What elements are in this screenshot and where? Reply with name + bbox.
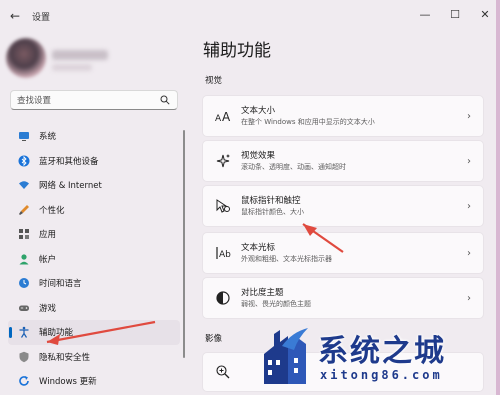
text-cursor-icon: Ab bbox=[215, 245, 231, 261]
minimize-button[interactable]: — bbox=[410, 0, 440, 28]
chevron-right-icon: › bbox=[467, 155, 471, 167]
watermark-url: xitong86.com bbox=[320, 368, 443, 382]
window-border bbox=[496, 0, 500, 395]
sidebar-item-time-language[interactable]: 时间和语言 bbox=[8, 271, 180, 296]
chevron-right-icon: › bbox=[467, 200, 471, 212]
maximize-button[interactable]: ☐ bbox=[440, 0, 470, 28]
sidebar-item-label: 游戏 bbox=[39, 303, 57, 314]
sidebar-item-label: 蓝牙和其他设备 bbox=[39, 156, 99, 167]
card-title: 文本光标 bbox=[241, 243, 276, 253]
card-visual-effects[interactable]: 视觉效果 滚动条、透明度、动画、通知超时 › bbox=[202, 140, 484, 182]
card-title: 对比度主题 bbox=[241, 288, 284, 298]
avatar bbox=[6, 38, 46, 78]
monitor-icon bbox=[18, 130, 30, 142]
page-title: 辅助功能 bbox=[203, 41, 271, 61]
visual-effects-icon bbox=[215, 153, 231, 169]
card-subtitle: 在整个 Windows 和应用中显示的文本大小 bbox=[241, 118, 375, 126]
search-icon[interactable] bbox=[159, 94, 171, 106]
card-subtitle: 弱视、畏光的颜色主题 bbox=[241, 300, 311, 308]
sidebar-scrollbar[interactable] bbox=[183, 130, 185, 358]
card-text-size[interactable]: AA 文本大小 在整个 Windows 和应用中显示的文本大小 › bbox=[202, 95, 484, 137]
apps-icon bbox=[18, 228, 30, 240]
watermark: 系统之城 xitong86.com bbox=[258, 322, 494, 388]
card-title: 视觉效果 bbox=[241, 151, 276, 161]
sidebar-item-label: 系统 bbox=[39, 132, 57, 143]
gamepad-icon bbox=[18, 302, 30, 314]
search-input[interactable]: 查找设置 bbox=[17, 94, 159, 106]
sidebar-item-label: 应用 bbox=[39, 230, 57, 241]
sidebar-item-accounts[interactable]: 帐户 bbox=[8, 247, 180, 272]
bluetooth-icon bbox=[18, 155, 30, 167]
watermark-logo-icon bbox=[264, 328, 308, 384]
sidebar-item-label: 隐私和安全性 bbox=[39, 352, 91, 363]
card-text-cursor[interactable]: Ab 文本光标 外观和粗细、文本光标指示器 › bbox=[202, 232, 484, 274]
text-size-icon: AA bbox=[215, 108, 231, 124]
mouse-pointer-icon bbox=[215, 198, 231, 214]
chevron-right-icon: › bbox=[467, 110, 471, 122]
back-button[interactable]: ← bbox=[0, 0, 30, 32]
svg-text:A: A bbox=[215, 114, 222, 124]
blurred-user-email bbox=[52, 64, 92, 71]
card-subtitle: 鼠标指针颜色、大小 bbox=[241, 208, 304, 216]
watermark-title: 系统之城 bbox=[318, 334, 446, 369]
sidebar-item-label: 网络 & Internet bbox=[39, 181, 102, 192]
card-subtitle: 滚动条、透明度、动画、通知超时 bbox=[241, 163, 346, 171]
sidebar-item-bluetooth[interactable]: 蓝牙和其他设备 bbox=[8, 149, 180, 174]
accessibility-icon bbox=[18, 326, 30, 339]
sidebar-nav: 系统 蓝牙和其他设备 网络 & Internet 个性化 应用 帐户 时间和语言… bbox=[8, 124, 180, 394]
card-contrast-themes[interactable]: 对比度主题 弱视、畏光的颜色主题 › bbox=[202, 277, 484, 319]
card-title: 鼠标指针和触控 bbox=[241, 196, 301, 206]
card-mouse-pointer-touch[interactable]: 鼠标指针和触控 鼠标指针颜色、大小 › bbox=[202, 185, 484, 227]
brush-icon bbox=[18, 204, 30, 216]
sidebar-item-windows-update[interactable]: Windows 更新 bbox=[8, 369, 180, 394]
window-controls: — ☐ ✕ bbox=[410, 0, 500, 28]
chevron-right-icon: › bbox=[467, 247, 471, 259]
user-profile[interactable] bbox=[6, 38, 116, 82]
sidebar-item-system[interactable]: 系统 bbox=[8, 124, 180, 149]
sidebar-item-gaming[interactable]: 游戏 bbox=[8, 296, 180, 321]
shield-icon bbox=[18, 351, 30, 363]
sidebar-item-personalization[interactable]: 个性化 bbox=[8, 198, 180, 223]
sidebar-item-accessibility[interactable]: 辅助功能 bbox=[8, 320, 180, 345]
contrast-icon bbox=[215, 290, 231, 306]
sidebar-item-label: 辅助功能 bbox=[39, 328, 74, 339]
card-subtitle: 外观和粗细、文本光标指示器 bbox=[241, 255, 332, 263]
sidebar-item-label: Windows 更新 bbox=[39, 377, 97, 388]
sidebar-item-label: 个性化 bbox=[39, 205, 65, 216]
wifi-icon bbox=[18, 179, 30, 191]
globe-clock-icon bbox=[18, 277, 30, 289]
sidebar-item-privacy[interactable]: 隐私和安全性 bbox=[8, 345, 180, 370]
sidebar-item-label: 时间和语言 bbox=[39, 279, 82, 290]
svg-text:A: A bbox=[222, 110, 231, 124]
update-icon bbox=[18, 375, 30, 387]
section-label-hearing: 影像 bbox=[205, 334, 223, 344]
sidebar-item-label: 帐户 bbox=[39, 254, 57, 265]
sidebar-item-network[interactable]: 网络 & Internet bbox=[8, 173, 180, 198]
magnifier-icon bbox=[215, 364, 231, 380]
blurred-user-name bbox=[52, 50, 108, 60]
search-box[interactable]: 查找设置 bbox=[10, 90, 178, 110]
back-arrow-icon: ← bbox=[9, 9, 21, 23]
sidebar-item-apps[interactable]: 应用 bbox=[8, 222, 180, 247]
chevron-right-icon: › bbox=[467, 292, 471, 304]
svg-text:Ab: Ab bbox=[219, 250, 231, 260]
section-label-vision: 视觉 bbox=[205, 76, 223, 86]
account-icon bbox=[18, 253, 30, 265]
window-title: 设置 bbox=[32, 12, 51, 23]
card-title: 文本大小 bbox=[241, 106, 276, 116]
